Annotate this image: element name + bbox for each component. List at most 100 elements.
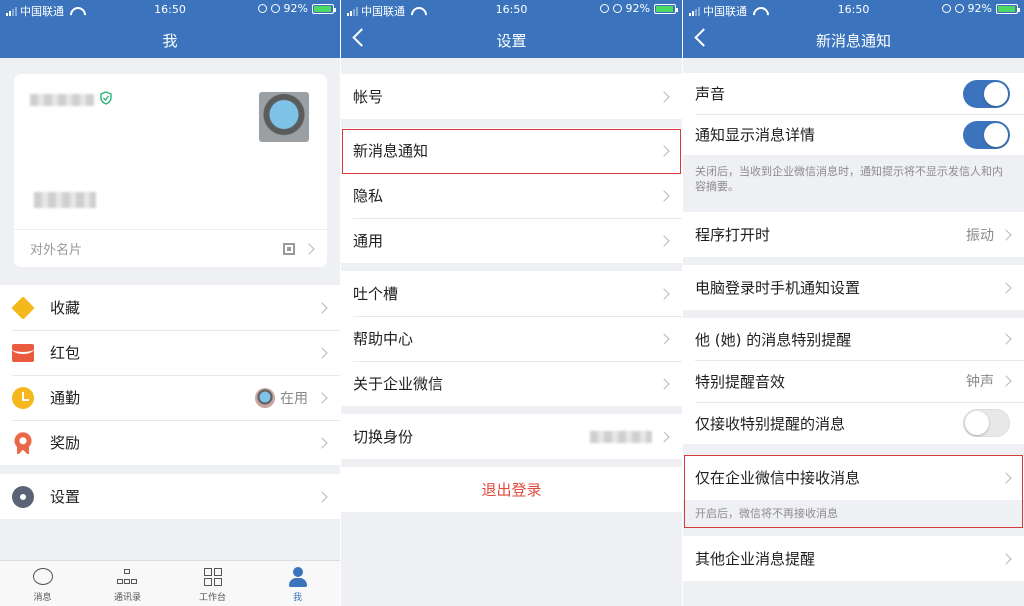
qr-code-icon xyxy=(283,243,295,255)
settings-item-label: 关于企业微信 xyxy=(353,375,444,393)
favorites-box-icon xyxy=(11,295,35,320)
grid-icon xyxy=(203,568,222,586)
menu-label: 收藏 xyxy=(50,299,81,317)
settings-item-label: 切换身份 xyxy=(353,428,414,446)
profile-card[interactable]: 对外名片 xyxy=(14,74,327,267)
tab-label: 我 xyxy=(292,593,302,603)
nav-bar: 中国联通 16:50 92% 设置 xyxy=(341,0,682,58)
battery-percent: 92% xyxy=(967,2,992,15)
special-sound-row[interactable]: 特别提醒音效 钟声 xyxy=(683,360,1024,402)
pc-login-label: 电脑登录时手机通知设置 xyxy=(695,279,861,297)
only-wework-row[interactable]: 仅在企业微信中接收消息 xyxy=(683,455,1024,500)
special-sound-value: 钟声 xyxy=(966,374,994,390)
status-right: 92% xyxy=(941,2,1020,15)
status-bar: 中国联通 16:50 92% xyxy=(341,0,682,18)
settings-item-feedback[interactable]: 吐个槽 xyxy=(341,271,682,316)
sound-row: 声音 xyxy=(683,73,1024,114)
medal-icon xyxy=(12,431,34,454)
tab-messages[interactable]: 消息 xyxy=(0,561,85,606)
tab-label: 消息 xyxy=(33,593,52,603)
org-chart-icon xyxy=(116,569,139,585)
red-envelope-icon xyxy=(12,343,34,362)
commute-status-label: 在用 xyxy=(280,390,308,407)
settings-item-label: 帮助中心 xyxy=(353,330,414,348)
page-title: 设置 xyxy=(496,32,527,50)
nav-bar: 中国联通 16:50 92% 新消息通知 xyxy=(683,0,1024,58)
detail-note: 关闭后，当收到企业微信消息时，通知提示将不显示发信人和内容摘要。 xyxy=(695,165,1003,193)
settings-item-label: 帐号 xyxy=(353,88,384,106)
switch-identity-group: 切换身份 xyxy=(341,414,682,459)
chevron-right-icon xyxy=(658,189,670,202)
mini-avatar xyxy=(255,387,275,408)
logout-button[interactable]: 退出登录 xyxy=(341,467,682,512)
bottom-tab-bar: 消息 通讯录 工作台 我 xyxy=(0,560,340,606)
menu-label: 设置 xyxy=(50,488,81,506)
account-group: 帐号 xyxy=(341,74,682,119)
menu-item-favorites[interactable]: 收藏 xyxy=(0,285,340,330)
menu-label: 红包 xyxy=(50,344,81,362)
settings-item-general[interactable]: 通用 xyxy=(341,218,682,263)
identity-name-blurred xyxy=(590,430,652,443)
profile-avatar[interactable] xyxy=(259,92,309,142)
verified-shield-icon xyxy=(100,91,112,105)
settings-item-privacy[interactable]: 隐私 xyxy=(341,173,682,218)
menu-item-red-envelope[interactable]: 红包 xyxy=(0,330,340,375)
chevron-right-icon xyxy=(1000,552,1012,565)
other-corp-label: 其他企业消息提醒 xyxy=(695,550,816,568)
orientation-lock-icon xyxy=(257,4,267,13)
me-screen: 中国联通 16:50 92% 我 对外名片 收藏 红包 通勤 在用 奖励 设置 … xyxy=(0,0,340,606)
chevron-right-icon xyxy=(658,430,670,443)
notification-settings-screen: 中国联通 16:50 92% 新消息通知 声音 通知显示消息详情 关闭后，当收到… xyxy=(683,0,1024,606)
tab-contacts[interactable]: 通讯录 xyxy=(85,561,170,606)
status-right: 92% xyxy=(599,2,678,15)
settings-item-switch-identity[interactable]: 切换身份 xyxy=(341,414,682,459)
me-menu-group: 收藏 红包 通勤 在用 奖励 xyxy=(0,285,340,465)
page-title: 新消息通知 xyxy=(815,32,891,50)
tab-workbench[interactable]: 工作台 xyxy=(170,561,255,606)
other-corp-group: 其他企业消息提醒 xyxy=(683,536,1024,581)
menu-label: 奖励 xyxy=(50,434,81,452)
menu-label: 通勤 xyxy=(50,389,81,407)
chevron-right-icon xyxy=(658,287,670,300)
battery-icon xyxy=(312,3,336,14)
pc-login-row[interactable]: 电脑登录时手机通知设置 xyxy=(683,265,1024,310)
app-open-group: 程序打开时 振动 xyxy=(683,212,1024,257)
menu-item-settings[interactable]: 设置 xyxy=(0,474,340,519)
app-open-label: 程序打开时 xyxy=(695,226,771,244)
only-wework-group: 仅在企业微信中接收消息 xyxy=(683,455,1024,500)
chevron-right-icon xyxy=(1000,471,1012,484)
app-open-row[interactable]: 程序打开时 振动 xyxy=(683,212,1024,257)
chevron-right-icon xyxy=(1000,375,1012,387)
chevron-right-icon xyxy=(316,301,328,314)
show-detail-label: 通知显示消息详情 xyxy=(695,126,816,144)
commute-status: 在用 xyxy=(255,387,308,408)
battery-percent: 92% xyxy=(625,2,650,15)
special-remind-label: 他 (她) 的消息特别提醒 xyxy=(695,330,852,349)
menu-item-commute[interactable]: 通勤 在用 xyxy=(0,375,340,420)
person-icon xyxy=(288,567,308,587)
show-detail-toggle[interactable] xyxy=(963,120,1010,149)
battery-icon xyxy=(996,3,1020,14)
show-detail-row: 通知显示消息详情 xyxy=(683,114,1024,155)
settings-item-label: 通用 xyxy=(353,232,384,250)
settings-item-account[interactable]: 帐号 xyxy=(341,74,682,119)
settings-item-about[interactable]: 关于企业微信 xyxy=(341,361,682,406)
settings-item-new-message-notification[interactable]: 新消息通知 xyxy=(341,128,682,173)
clock-icon xyxy=(12,386,34,409)
settings-item-help-center[interactable]: 帮助中心 xyxy=(341,316,682,361)
chevron-right-icon xyxy=(658,144,670,157)
battery-percent: 92% xyxy=(283,2,308,15)
menu-item-rewards[interactable]: 奖励 xyxy=(0,420,340,465)
status-bar: 中国联通 16:50 92% xyxy=(0,0,340,18)
chevron-right-icon xyxy=(658,234,670,247)
chevron-right-icon xyxy=(316,490,328,503)
business-card-label: 对外名片 xyxy=(30,243,83,258)
special-remind-row[interactable]: 他 (她) 的消息特别提醒 xyxy=(683,318,1024,360)
alarm-icon xyxy=(954,4,964,13)
tab-me[interactable]: 我 xyxy=(255,561,340,606)
other-corp-row[interactable]: 其他企业消息提醒 xyxy=(683,536,1024,581)
only-special-toggle[interactable] xyxy=(963,409,1010,437)
sound-toggle[interactable] xyxy=(963,79,1010,108)
business-card-row[interactable]: 对外名片 xyxy=(14,229,327,267)
chevron-right-icon xyxy=(1000,333,1012,345)
